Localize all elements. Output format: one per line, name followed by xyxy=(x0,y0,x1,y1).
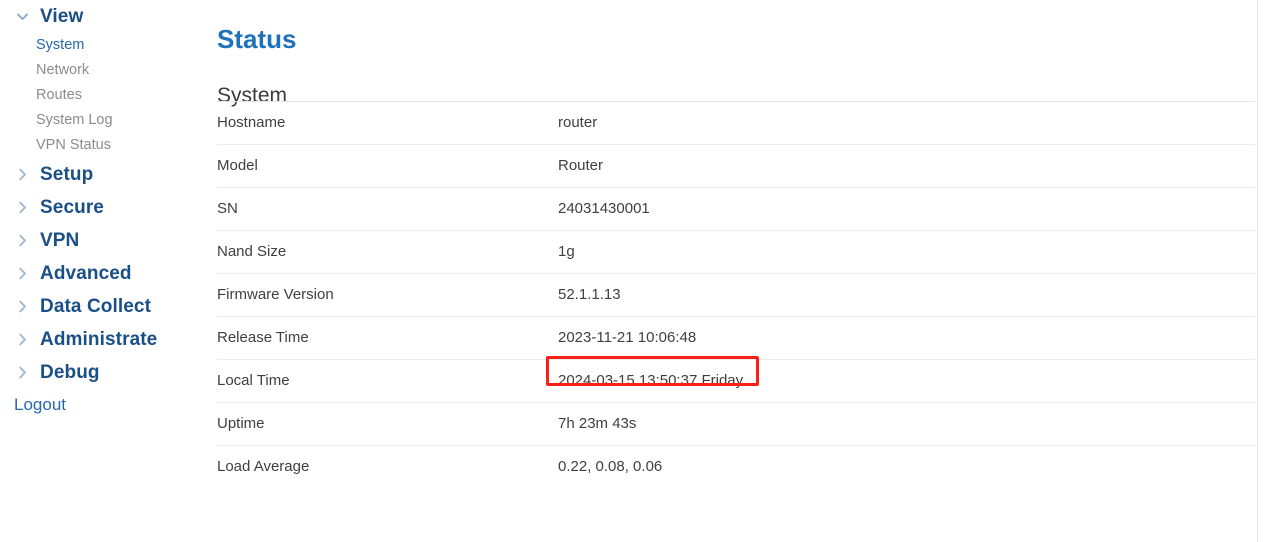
row-value: 0.22, 0.08, 0.06 xyxy=(558,458,663,476)
page-right-edge xyxy=(1257,0,1258,542)
sidebar-item-network[interactable]: Network xyxy=(36,58,200,83)
row-label: SN xyxy=(217,187,557,231)
sidebar-group-label: Administrate xyxy=(40,329,158,350)
page-title: Status xyxy=(217,24,297,55)
row-value-cell: 1g xyxy=(557,230,1255,274)
sidebar-item-vpn-status[interactable]: VPN Status xyxy=(36,133,200,158)
row-value-cell: 7h 23m 43s xyxy=(557,402,1255,446)
logout-link[interactable]: Logout xyxy=(14,396,66,413)
row-label: Nand Size xyxy=(217,230,557,274)
row-value-cell: 0.22, 0.08, 0.06 xyxy=(557,445,1255,489)
sidebar-group-advanced[interactable]: Advanced xyxy=(0,257,200,290)
row-label: Release Time xyxy=(217,316,557,360)
chevron-right-icon xyxy=(14,364,31,381)
highlighted-value: 2024-03-15 13:50:37 Friday xyxy=(546,356,759,390)
chevron-right-icon xyxy=(14,331,31,348)
sidebar-navigation: View System Network Routes System Log VPN Sta… xyxy=(0,0,200,542)
chevron-down-icon xyxy=(14,8,31,25)
row-value: Router xyxy=(558,157,604,174)
table-row: Load Average 0.22, 0.08, 0.06 xyxy=(217,445,1255,489)
system-info-table: Hostname router Model Router SN 24031430001 Na… xyxy=(217,101,1255,489)
sidebar-item-system[interactable]: System xyxy=(36,33,200,58)
row-label: Firmware Version xyxy=(217,273,557,317)
row-label: Local Time xyxy=(217,359,557,403)
chevron-right-icon xyxy=(14,265,31,282)
table-row: Nand Size 1g xyxy=(217,230,1255,274)
row-value-cell: 2023-11-21 10:06:48 xyxy=(557,316,1255,360)
status-page: View System Network Routes System Log VPN Sta… xyxy=(0,0,1267,542)
row-label: Model xyxy=(217,144,557,188)
table-row: Hostname router xyxy=(217,101,1255,145)
row-label: Load Average xyxy=(217,445,557,489)
table-row: Local Time 2024-03-15 13:50:37 Friday xyxy=(217,356,1255,403)
table-row: Release Time 2023-11-21 10:06:48 xyxy=(217,316,1255,360)
sidebar-group-view[interactable]: View xyxy=(0,0,200,33)
sidebar-item-routes[interactable]: Routes xyxy=(36,83,200,108)
row-value-cell: Router xyxy=(557,144,1255,188)
row-value: router xyxy=(558,114,598,131)
chevron-right-icon xyxy=(14,232,31,249)
sidebar-group-label: Secure xyxy=(40,197,104,218)
row-value: 2024-03-15 13:50:37 Friday xyxy=(558,372,744,389)
sidebar-group-setup[interactable]: Setup xyxy=(0,158,200,191)
row-label: Uptime xyxy=(217,402,557,446)
row-value: 2023-11-21 10:06:48 xyxy=(558,329,697,346)
row-value-cell: 52.1.1.13 xyxy=(557,273,1255,317)
chevron-right-icon xyxy=(14,166,31,183)
table-row: SN 24031430001 xyxy=(217,187,1255,231)
sidebar-group-data-collect[interactable]: Data Collect xyxy=(0,290,200,323)
sidebar-group-label: Setup xyxy=(40,164,94,185)
row-value-cell: 2024-03-15 13:50:37 Friday xyxy=(546,356,1255,403)
sidebar-item-system-log[interactable]: System Log xyxy=(36,108,200,133)
row-value: 52.1.1.13 xyxy=(558,286,621,303)
sidebar-group-administrate[interactable]: Administrate xyxy=(0,323,200,356)
main-content: Status System Hostname router Model Router S… xyxy=(200,0,1257,542)
chevron-right-icon xyxy=(14,298,31,315)
sidebar-group-label: View xyxy=(40,6,84,27)
table-row: Firmware Version 52.1.1.13 xyxy=(217,273,1255,317)
sidebar-group-vpn[interactable]: VPN xyxy=(0,224,200,257)
table-row: Uptime 7h 23m 43s xyxy=(217,402,1255,446)
row-label: Hostname xyxy=(217,101,557,145)
logout-row[interactable]: Logout xyxy=(0,389,200,419)
sidebar-group-secure[interactable]: Secure xyxy=(0,191,200,224)
sidebar-group-label: Advanced xyxy=(40,263,132,284)
table-row: Model Router xyxy=(217,144,1255,188)
chevron-right-icon xyxy=(14,199,31,216)
row-value-cell: router xyxy=(557,101,1255,145)
row-value: 1g xyxy=(558,243,575,260)
sidebar-submenu: System Network Routes System Log VPN Status xyxy=(0,33,200,158)
sidebar-group-label: Data Collect xyxy=(40,296,152,317)
sidebar-group-debug[interactable]: Debug xyxy=(0,356,200,389)
row-value-cell: 24031430001 xyxy=(557,187,1255,231)
sidebar-group-label: Debug xyxy=(40,362,100,383)
row-value: 24031430001 xyxy=(558,200,650,217)
row-value: 7h 23m 43s xyxy=(558,415,637,432)
sidebar-group-label: VPN xyxy=(40,230,80,251)
